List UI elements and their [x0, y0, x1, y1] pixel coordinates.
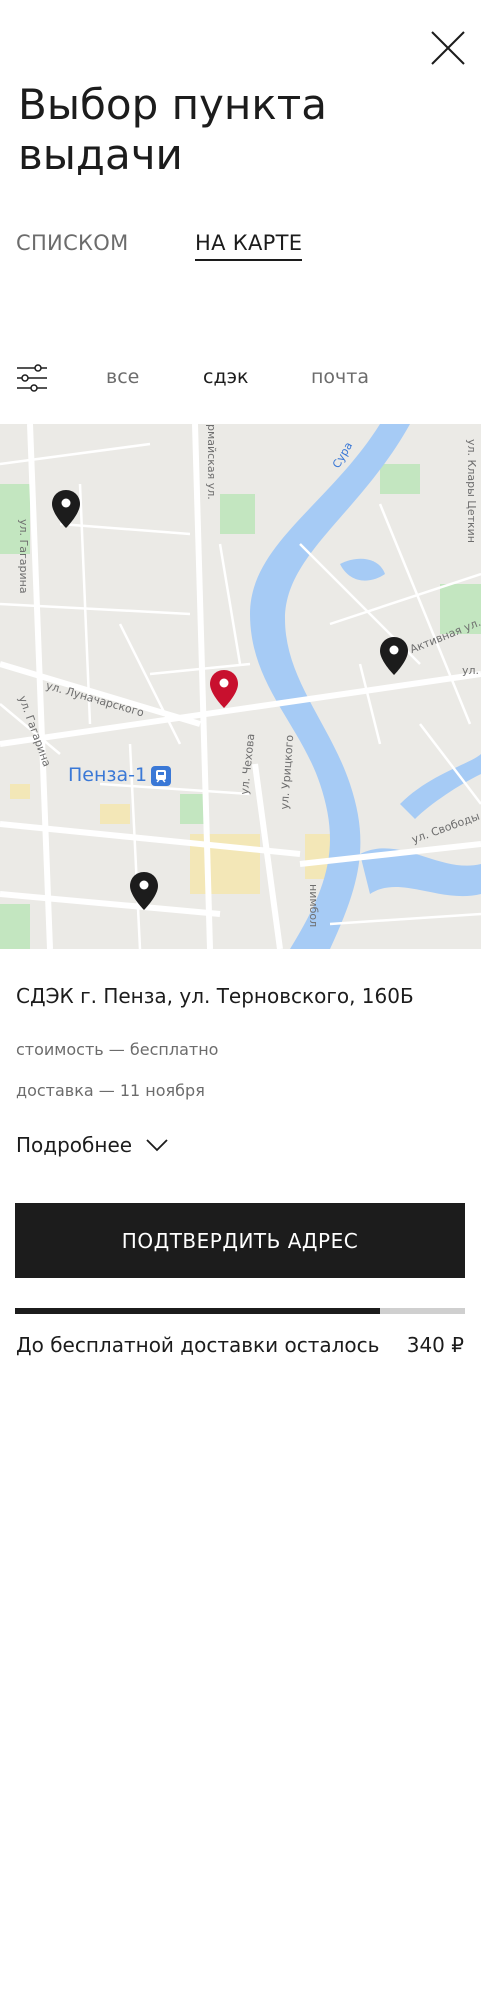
train-station-icon [151, 766, 171, 786]
close-button[interactable] [430, 30, 466, 66]
chevron-down-icon [146, 1138, 168, 1152]
street-label: нимбол [307, 884, 320, 928]
details-label: Подробнее [16, 1133, 133, 1157]
pickup-point-delivery-date: доставка — 11 ноября [16, 1081, 205, 1100]
tab-list-view[interactable]: СПИСКОМ [16, 231, 128, 255]
filter-cdek[interactable]: сдэк [203, 366, 249, 388]
free-delivery-text: До бесплатной доставки осталось [16, 1333, 380, 1357]
filter-settings-button[interactable] [16, 364, 48, 392]
details-toggle[interactable]: Подробнее [16, 1133, 168, 1157]
map-pin-icon [210, 670, 238, 708]
page-title: Выбор пункта выдачи [18, 80, 327, 180]
map-pin-selected[interactable] [210, 670, 238, 708]
sliders-icon [17, 364, 47, 392]
pickup-point-cost: стоимость — бесплатно [16, 1040, 219, 1059]
map-pin[interactable] [130, 872, 158, 910]
free-delivery-remaining-amount: 340 ₽ [406, 1333, 464, 1357]
street-label: рмайская ул. [205, 424, 218, 500]
street-label: ул. Гагарина [17, 519, 30, 594]
confirm-address-button[interactable]: ПОДТВЕРДИТЬ АДРЕС [15, 1203, 465, 1278]
pickup-point-address: СДЭК г. Пенза, ул. Терновского, 160Б [16, 984, 414, 1008]
map-pin-icon [52, 490, 80, 528]
map-pin[interactable] [52, 490, 80, 528]
tab-map-view[interactable]: НА КАРТЕ [195, 231, 303, 261]
street-label: ул. Клары Цеткин [465, 439, 478, 543]
free-delivery-progress-fill [15, 1308, 380, 1314]
station-label: Пенза-1 [68, 764, 148, 786]
map-pin[interactable] [380, 637, 408, 675]
filter-all[interactable]: все [106, 366, 139, 388]
pickup-map[interactable]: ул. Гагарина ул. Гагарина ул. Луначарско… [0, 424, 481, 949]
street-label: ул. [462, 664, 480, 677]
map-pin-icon [130, 872, 158, 910]
map-pin-icon [380, 637, 408, 675]
filter-post[interactable]: почта [311, 366, 369, 388]
free-delivery-progress-bar [15, 1308, 465, 1314]
close-icon [431, 31, 465, 65]
